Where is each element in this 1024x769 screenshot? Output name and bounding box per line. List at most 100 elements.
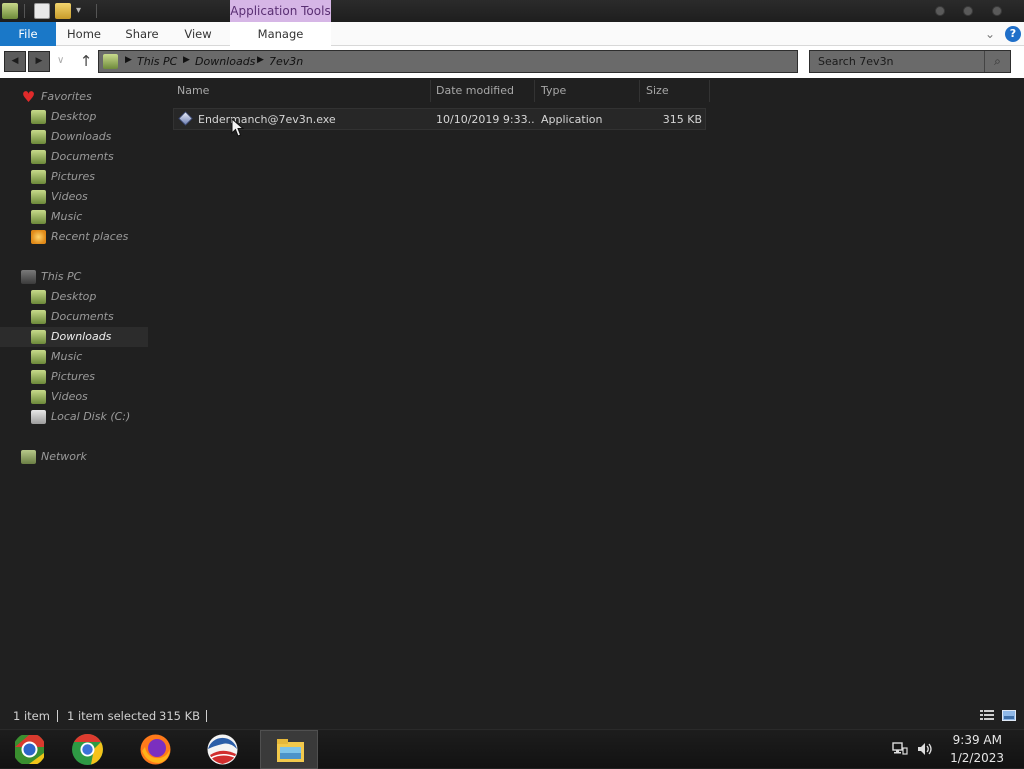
- nav-network[interactable]: Network: [0, 447, 148, 467]
- nav-item-local-disk[interactable]: Local Disk (C:): [0, 407, 148, 427]
- column-divider[interactable]: [709, 80, 710, 102]
- desktop-icon: [31, 290, 46, 304]
- nav-item-recent-places[interactable]: Recent places: [0, 227, 148, 247]
- search-box[interactable]: ⌕: [809, 50, 1011, 73]
- nav-item-videos[interactable]: Videos: [0, 387, 148, 407]
- nav-label: Recent places: [51, 230, 129, 243]
- ribbon-tabs: File Home Share View Manage ⌄ ?: [0, 22, 1024, 46]
- nav-label: Network: [41, 450, 87, 463]
- nav-label: Pictures: [51, 370, 96, 383]
- downloads-icon: [31, 130, 46, 144]
- breadcrumb-separator-icon[interactable]: ▶: [183, 55, 190, 65]
- taskbar-chrome[interactable]: [58, 730, 116, 769]
- desktop-icon: [31, 110, 46, 124]
- recent-locations-icon[interactable]: ∨: [57, 55, 64, 66]
- nav-item-music[interactable]: Music: [0, 207, 148, 227]
- tab-view[interactable]: View: [178, 22, 218, 46]
- address-bar[interactable]: ▶ This PC ▶ Downloads ▶ 7ev3n ↻: [98, 50, 890, 73]
- breadcrumb-7ev3n[interactable]: 7ev3n: [269, 54, 303, 70]
- firefox-icon: [140, 734, 171, 765]
- quick-access-dropdown-icon[interactable]: ▾: [76, 5, 81, 16]
- expand-ribbon-icon[interactable]: ⌄: [985, 27, 995, 41]
- file-size: 315 KB: [662, 113, 702, 126]
- nav-label: Music: [51, 210, 83, 223]
- column-divider[interactable]: [639, 80, 640, 102]
- nav-favorites[interactable]: ♥ Favorites: [0, 87, 148, 107]
- nav-item-pictures[interactable]: Pictures: [0, 367, 148, 387]
- tab-home[interactable]: Home: [62, 22, 106, 46]
- tab-file[interactable]: File: [0, 22, 56, 46]
- nav-item-desktop[interactable]: Desktop: [0, 107, 148, 127]
- taskbar-chromium[interactable]: [0, 730, 58, 769]
- column-header-size[interactable]: Size: [646, 83, 706, 99]
- nav-this-pc[interactable]: This PC: [0, 267, 148, 287]
- nav-item-pictures[interactable]: Pictures: [0, 167, 148, 187]
- nav-label: Downloads: [51, 330, 112, 343]
- file-type: Application: [541, 113, 603, 126]
- folder-icon[interactable]: [2, 3, 18, 19]
- nav-item-videos[interactable]: Videos: [0, 187, 148, 207]
- music-icon: [31, 210, 46, 224]
- clock-time[interactable]: 9:39 AM: [940, 733, 1002, 747]
- maximize-button[interactable]: [963, 6, 973, 16]
- file-date: 10/10/2019 9:33...: [436, 113, 534, 126]
- back-button[interactable]: ◀: [4, 51, 26, 72]
- breadcrumb-separator-icon[interactable]: ▶: [257, 55, 264, 65]
- taskbar-file-explorer[interactable]: [260, 730, 318, 769]
- forward-button[interactable]: ▶: [28, 51, 50, 72]
- disk-icon: [31, 410, 46, 424]
- application-tools-tab[interactable]: Application Tools: [230, 0, 331, 22]
- column-header-type[interactable]: Type: [541, 83, 637, 99]
- nav-item-documents[interactable]: Documents: [0, 147, 148, 167]
- documents-icon: [31, 150, 46, 164]
- close-button[interactable]: [992, 6, 1002, 16]
- minimize-button[interactable]: [935, 6, 945, 16]
- pictures-icon: [31, 170, 46, 184]
- downloads-icon: [31, 330, 46, 344]
- large-icons-view-icon[interactable]: [1002, 709, 1016, 722]
- tab-share[interactable]: Share: [120, 22, 164, 46]
- search-input[interactable]: [810, 51, 984, 72]
- details-view-icon[interactable]: [980, 709, 994, 722]
- recent-places-icon: [31, 230, 46, 244]
- breadcrumb-downloads[interactable]: Downloads: [195, 54, 255, 70]
- pictures-icon: [31, 370, 46, 384]
- column-header-date[interactable]: Date modified: [436, 83, 532, 99]
- tab-manage[interactable]: Manage: [230, 22, 331, 46]
- separator: [206, 710, 207, 722]
- documents-icon: [31, 310, 46, 324]
- new-folder-icon[interactable]: [55, 3, 71, 19]
- taskbar-obama-flag[interactable]: [193, 730, 251, 769]
- search-icon[interactable]: ⌕: [984, 51, 1010, 72]
- separator: [24, 4, 25, 18]
- nav-label: Pictures: [51, 170, 96, 183]
- clock-date[interactable]: 1/2/2023: [940, 751, 1004, 765]
- taskbar-firefox[interactable]: [126, 730, 184, 769]
- up-button[interactable]: ↑: [78, 52, 94, 70]
- file-explorer-icon: [277, 739, 304, 762]
- nav-item-documents[interactable]: Documents: [0, 307, 148, 327]
- file-list: Name Date modified Type Size: [150, 78, 1024, 700]
- nav-item-music[interactable]: Music: [0, 347, 148, 367]
- column-divider[interactable]: [430, 80, 431, 102]
- breadcrumb-this-pc[interactable]: This PC: [137, 54, 177, 70]
- column-header-name[interactable]: Name: [177, 83, 427, 99]
- help-icon[interactable]: ?: [1005, 26, 1021, 42]
- breadcrumb-separator-icon[interactable]: ▶: [125, 55, 132, 65]
- nav-label: Desktop: [51, 110, 97, 123]
- nav-label: Documents: [51, 310, 114, 323]
- nav-label: Local Disk (C:): [51, 410, 131, 423]
- properties-icon[interactable]: [34, 3, 50, 19]
- location-folder-icon: [103, 54, 118, 69]
- nav-label: Downloads: [51, 130, 112, 143]
- nav-item-downloads[interactable]: Downloads: [0, 127, 148, 147]
- nav-label: Videos: [51, 390, 88, 403]
- volume-tray-icon[interactable]: [917, 742, 933, 756]
- taskbar: 9:39 AM 1/2/2023: [0, 729, 1024, 769]
- column-divider[interactable]: [534, 80, 535, 102]
- file-row[interactable]: Endermanch@7ev3n.exe 10/10/2019 9:33... …: [173, 108, 706, 130]
- nav-item-desktop[interactable]: Desktop: [0, 287, 148, 307]
- network-tray-icon[interactable]: [892, 742, 908, 756]
- nav-item-downloads-selected[interactable]: Downloads: [0, 327, 148, 347]
- videos-icon: [31, 390, 46, 404]
